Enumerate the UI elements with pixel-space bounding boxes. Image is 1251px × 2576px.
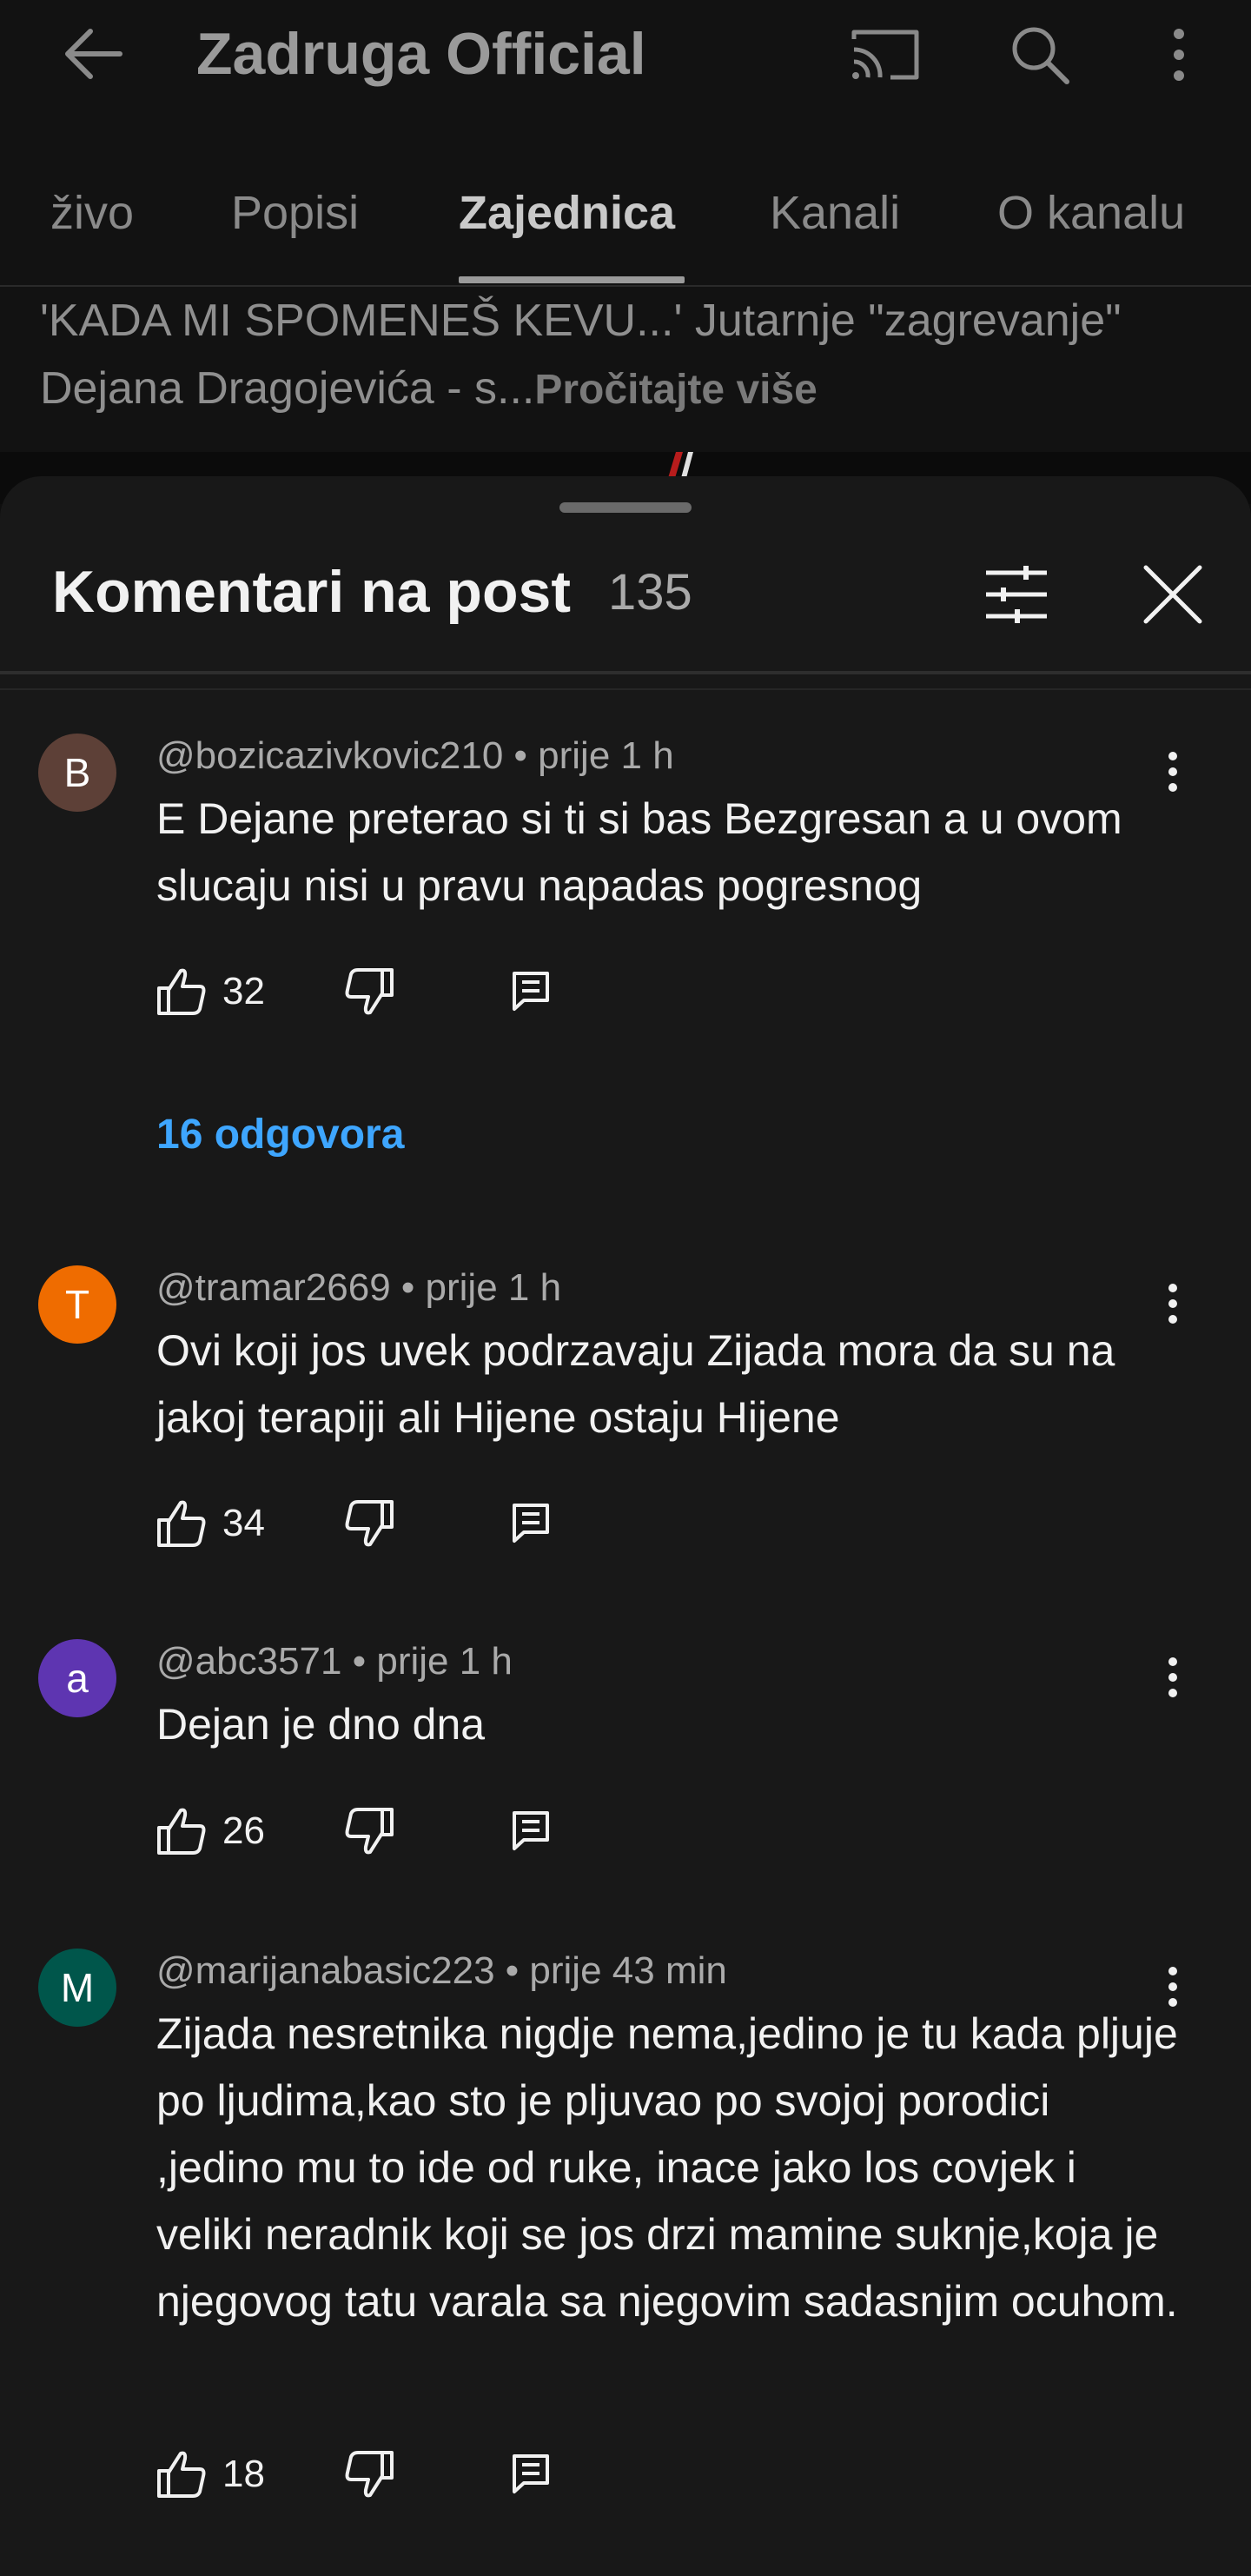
- search-button[interactable]: [1001, 16, 1079, 94]
- comment-icon: [513, 1811, 549, 1850]
- avatar-letter: M: [60, 1965, 95, 2010]
- comment-text: Zijada nesretnika nigdje nema,jedino je …: [156, 2009, 1178, 2326]
- close-icon: [1143, 565, 1202, 624]
- drag-handle[interactable]: [559, 502, 692, 513]
- comment-text: Ovi koji jos uvek podrzavaju Zijada mora…: [156, 1326, 1115, 1442]
- like-button[interactable]: 34: [156, 1493, 265, 1554]
- close-button[interactable]: [1129, 551, 1216, 638]
- thumbs-up-icon: [157, 2451, 206, 2498]
- sort-filter-button[interactable]: [973, 551, 1060, 638]
- like-count: 26: [222, 1809, 265, 1852]
- thumbs-down-icon: [345, 2451, 394, 2498]
- thumbs-down-icon: [345, 1500, 394, 1547]
- view-replies-link[interactable]: 16 odgovora: [156, 1109, 404, 1161]
- back-button[interactable]: [54, 19, 132, 89]
- avatar[interactable]: T: [38, 1265, 116, 1344]
- dislike-button[interactable]: [339, 1801, 400, 1862]
- sheet-title: Komentari na post: [52, 559, 571, 625]
- comment-author[interactable]: @tramar2669: [156, 1266, 391, 1309]
- comment-icon: [513, 2454, 549, 2493]
- comment-count: 135: [608, 564, 692, 621]
- comment-meta: @bozicazivkovic210 • prije 1 h: [156, 734, 674, 777]
- tab-channels[interactable]: Kanali: [770, 183, 900, 243]
- dislike-button[interactable]: [339, 1493, 400, 1554]
- avatar-letter: a: [66, 1656, 89, 1701]
- dislike-button[interactable]: [339, 961, 400, 1022]
- channel-title: Zadruga Official: [196, 21, 646, 87]
- like-count: 18: [222, 2453, 265, 2495]
- comment-meta: @tramar2669 • prije 1 h: [156, 1266, 562, 1309]
- like-count: 32: [222, 970, 265, 1012]
- comment-author[interactable]: @abc3571: [156, 1640, 342, 1683]
- arrow-back-icon: [65, 29, 122, 79]
- search-icon: [1012, 27, 1069, 84]
- comment-author[interactable]: @bozicazivkovic210: [156, 734, 503, 777]
- thumbs-down-icon: [345, 968, 394, 1015]
- thumbs-down-icon: [345, 1808, 394, 1855]
- avatar[interactable]: B: [38, 734, 116, 812]
- comment-time: prije 1 h: [376, 1640, 513, 1683]
- divider: [0, 688, 1251, 690]
- comment-text: Dejan je dno dna: [156, 1700, 486, 1749]
- active-tab-indicator: [459, 276, 685, 283]
- more-options-button[interactable]: [1140, 16, 1218, 94]
- thumbs-up-icon: [157, 968, 206, 1015]
- comment-icon: [513, 972, 549, 1011]
- tab-live[interactable]: živo: [50, 183, 134, 243]
- channel-tabs: živo Popisi Zajednica Kanali O kanalu: [0, 165, 1251, 287]
- like-button[interactable]: 32: [156, 961, 265, 1022]
- post-preview[interactable]: 'KADA MI SPOMENEŠ KEVU...' Jutarnje "zag…: [40, 287, 1239, 424]
- reply-button[interactable]: [500, 1493, 561, 1554]
- comment-icon: [513, 1504, 549, 1543]
- divider: [0, 671, 1251, 674]
- cast-button[interactable]: [846, 16, 924, 94]
- avatar-letter: T: [64, 1282, 90, 1327]
- avatar[interactable]: M: [38, 1949, 116, 2027]
- thumbs-up-icon: [157, 1808, 206, 1855]
- tune-icon: [986, 566, 1047, 623]
- comment-text: E Dejane preterao si ti si bas Bezgresan…: [156, 794, 1122, 910]
- reply-button[interactable]: [500, 961, 561, 1022]
- comment-time: prije 1 h: [538, 734, 674, 777]
- like-count: 34: [222, 1502, 265, 1544]
- comment-author[interactable]: @marijanabasic223: [156, 1949, 495, 1992]
- comment-meta: @abc3571 • prije 1 h: [156, 1640, 513, 1683]
- comment-time: prije 43 min: [529, 1949, 727, 1992]
- like-button[interactable]: 18: [156, 2444, 265, 2505]
- thumbs-up-icon: [157, 1500, 206, 1547]
- avatar[interactable]: a: [38, 1639, 116, 1717]
- avatar-letter: B: [63, 750, 91, 795]
- comment-time: prije 1 h: [425, 1266, 562, 1309]
- top-app-bar: Zadruga Official: [0, 0, 1251, 113]
- tab-playlists[interactable]: Popisi: [231, 183, 359, 243]
- read-more-link[interactable]: Pročitajte više: [534, 367, 817, 413]
- dislike-button[interactable]: [339, 2444, 400, 2505]
- cast-icon: [851, 30, 919, 80]
- reply-button[interactable]: [500, 1801, 561, 1862]
- like-button[interactable]: 26: [156, 1801, 265, 1862]
- more-vert-icon: [1174, 29, 1184, 81]
- comment-meta: @marijanabasic223 • prije 43 min: [156, 1949, 727, 1992]
- tab-community[interactable]: Zajednica: [459, 183, 675, 243]
- reply-button[interactable]: [500, 2444, 561, 2505]
- tab-about[interactable]: O kanalu: [997, 183, 1185, 243]
